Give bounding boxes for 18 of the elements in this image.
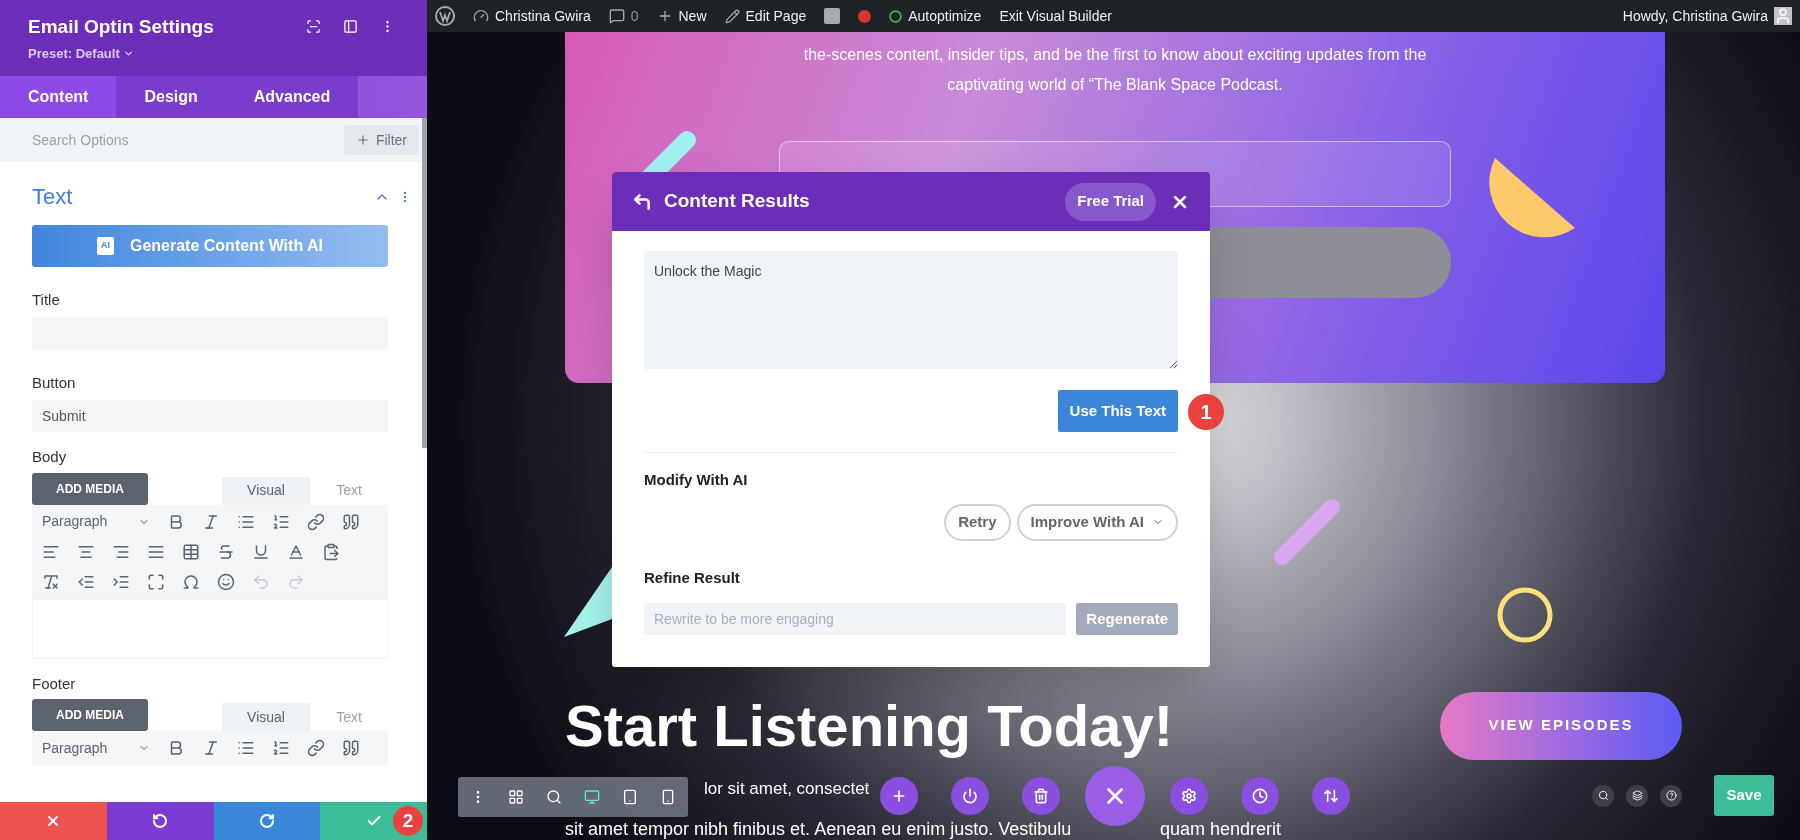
body-text: lor sit amet, consectet	[704, 778, 870, 800]
body-text: sit amet tempor nibh finibus et. Aenean eu enim justo. Vestibulu	[565, 818, 1072, 840]
ai-badge: AI	[96, 237, 114, 255]
panel-title: Email Optin Settings	[28, 15, 214, 39]
intro-text: the-scenes content, insider tips, and be the first to know about exciting updates from the	[803, 45, 1427, 65]
section-title: Text	[32, 183, 73, 211]
step-badge: 2	[393, 806, 423, 836]
field-label: Title	[32, 290, 61, 310]
field-label: Button	[32, 372, 77, 393]
field-label: Footer	[32, 673, 77, 694]
step-badge: 1	[1188, 394, 1224, 430]
field-label: Body	[32, 447, 68, 467]
body-text: quam hendrerit	[1160, 818, 1282, 840]
page-heading: Start Listening Today!	[565, 692, 1173, 760]
dialog-title: Content Results	[664, 189, 811, 214]
section-label: Modify With AI	[644, 470, 749, 490]
section-label: Refine Result	[644, 567, 741, 588]
intro-text: captivating world of “The Blank Space Podcast.	[947, 75, 1283, 95]
